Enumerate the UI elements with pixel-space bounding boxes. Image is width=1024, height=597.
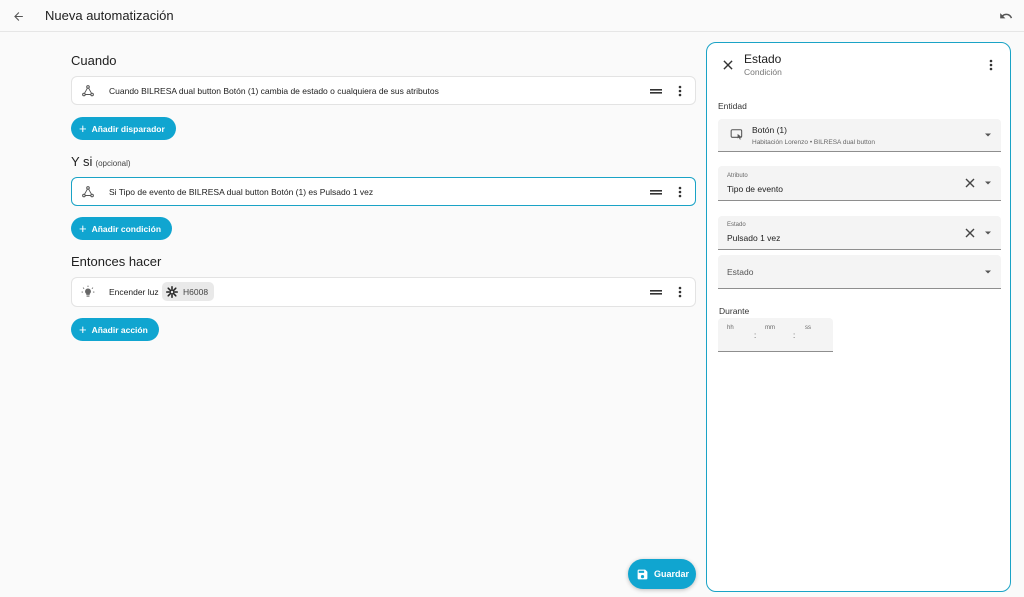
trigger-text: Cuando BILRESA dual button Botón (1) cam…	[109, 85, 439, 96]
entity-device: BILRESA dual button	[813, 139, 875, 146]
state-value: Pulsado 1 vez	[727, 233, 781, 243]
duration-seconds-field[interactable]	[802, 322, 826, 348]
undo-icon	[1000, 13, 1013, 19]
undo-button[interactable]	[996, 6, 1016, 26]
duration-input: hh : mm : ss	[718, 318, 833, 352]
more-options-icon[interactable]	[986, 58, 996, 72]
state-condition-icon	[82, 185, 94, 197]
duration-minutes-field[interactable]	[762, 322, 786, 348]
save-button[interactable]: Guardar	[628, 559, 696, 589]
top-app-bar: Nueva automatización	[0, 0, 1024, 32]
dropdown-arrow-icon	[985, 181, 991, 185]
entity-separator: •	[809, 139, 813, 146]
state-label: Estado	[727, 222, 746, 228]
more-options-icon[interactable]	[674, 285, 686, 299]
duration-separator: :	[793, 331, 796, 340]
entity-name: Botón (1)	[752, 125, 787, 135]
dropdown-arrow-icon	[985, 270, 991, 273]
dropdown-arrow-icon	[985, 133, 991, 137]
trigger-card[interactable]: Cuando BILRESA dual button Botón (1) cam…	[71, 76, 696, 105]
add-action-label: Añadir acción	[91, 324, 148, 335]
add-trigger-button[interactable]: + Añadir disparador	[71, 117, 176, 140]
add-action-button[interactable]: + Añadir acción	[71, 318, 159, 341]
and-if-title: Y si	[71, 154, 93, 169]
save-icon	[637, 569, 648, 579]
action-card[interactable]: Encender luz H6008	[71, 277, 696, 307]
add-condition-button[interactable]: + Añadir condición	[71, 217, 173, 240]
light-device-icon	[165, 285, 179, 298]
duration-hours-field[interactable]	[724, 322, 748, 348]
save-label: Guardar	[654, 569, 690, 579]
duration-separator: :	[754, 331, 757, 340]
attribute-select[interactable]: Atributo Tipo de evento	[718, 166, 1001, 201]
state-placeholder: Estado	[727, 266, 754, 277]
plus-icon: +	[79, 322, 87, 337]
panel-subtitle: Condición	[744, 67, 782, 77]
entity-area: Habitación Lorenzo	[752, 139, 809, 146]
entity-label: Entidad	[718, 101, 747, 111]
more-options-icon[interactable]	[674, 84, 686, 98]
section-title-then: Entonces hacer	[71, 254, 162, 269]
page-title: Nueva automatización	[45, 8, 174, 23]
state-select[interactable]: Estado Pulsado 1 vez	[718, 216, 1001, 250]
condition-card[interactable]: Si Tipo de evento de BILRESA dual button…	[71, 177, 696, 206]
button-device-icon	[730, 129, 743, 140]
arrow-left-icon	[13, 11, 23, 21]
clear-icon[interactable]	[965, 178, 975, 188]
section-title-when: Cuando	[71, 53, 117, 68]
panel-title: Estado	[744, 52, 782, 66]
dropdown-arrow-icon	[985, 231, 991, 234]
add-trigger-label: Añadir disparador	[91, 123, 165, 134]
entity-context: Habitación Lorenzo • BILRESA dual button	[752, 139, 875, 146]
attribute-value: Tipo de evento	[727, 184, 783, 194]
section-title-and-if: Y si (opcional)	[71, 154, 131, 169]
plus-icon: +	[79, 221, 87, 236]
target-chip[interactable]: H6008	[162, 282, 215, 301]
lightbulb-icon	[81, 285, 95, 297]
condition-editor-panel: Estado Condición Entidad Botón (1) Habit…	[706, 42, 1011, 592]
entity-picker[interactable]: Botón (1) Habitación Lorenzo • BILRESA d…	[718, 119, 1001, 152]
drag-handle-icon[interactable]	[650, 287, 662, 297]
drag-handle-icon[interactable]	[650, 86, 662, 96]
duration-label: Durante	[719, 306, 750, 316]
drag-handle-icon[interactable]	[650, 187, 662, 197]
condition-text: Si Tipo de evento de BILRESA dual button…	[109, 186, 374, 197]
state-select-additional[interactable]: Estado	[718, 255, 1001, 289]
clear-icon[interactable]	[965, 228, 975, 238]
target-chip-label: H6008	[183, 286, 209, 297]
back-button[interactable]	[8, 6, 28, 26]
state-trigger-icon	[82, 84, 94, 96]
add-condition-label: Añadir condición	[91, 223, 162, 234]
more-options-icon[interactable]	[674, 185, 686, 199]
action-text: Encender luz	[109, 287, 159, 297]
plus-icon: +	[79, 121, 87, 136]
attribute-label: Atributo	[727, 173, 748, 179]
close-icon[interactable]	[721, 58, 735, 72]
and-if-subtitle: (opcional)	[95, 159, 131, 168]
